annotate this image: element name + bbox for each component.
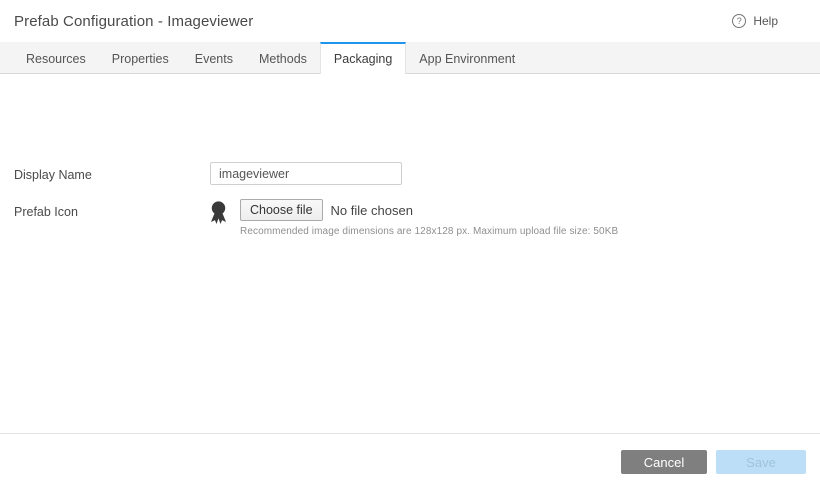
help-label: Help — [753, 14, 778, 28]
help-question-icon: ? — [732, 14, 746, 28]
dialog-footer: Cancel Save — [0, 433, 820, 491]
prefab-icon-file-input: Choose file No file chosen — [240, 199, 413, 221]
tab-app-environment[interactable]: App Environment — [406, 42, 528, 73]
page-title: Prefab Configuration - Imageviewer — [14, 13, 253, 30]
tab-packaging[interactable]: Packaging — [320, 42, 406, 74]
upload-hint-text: Recommended image dimensions are 128x128… — [240, 226, 618, 237]
tab-resources[interactable]: Resources — [13, 42, 99, 73]
prefab-icon-label: Prefab Icon — [14, 205, 78, 219]
cancel-button[interactable]: Cancel — [621, 450, 707, 474]
display-name-input[interactable] — [210, 162, 402, 185]
tab-events[interactable]: Events — [182, 42, 246, 73]
help-button[interactable]: ? Help — [732, 14, 778, 28]
tab-properties[interactable]: Properties — [99, 42, 182, 73]
config-tabbar: Resources Properties Events Methods Pack… — [0, 42, 820, 74]
choose-file-button[interactable]: Choose file — [240, 199, 323, 221]
no-file-chosen-text: No file chosen — [331, 203, 413, 218]
save-button[interactable]: Save — [716, 450, 806, 474]
dialog-header: Prefab Configuration - Imageviewer ? Hel… — [0, 0, 820, 42]
packaging-panel: Display Name Prefab Icon Choose file No … — [0, 74, 820, 433]
display-name-label: Display Name — [14, 168, 92, 182]
tab-methods[interactable]: Methods — [246, 42, 320, 73]
award-ribbon-icon — [209, 200, 228, 225]
